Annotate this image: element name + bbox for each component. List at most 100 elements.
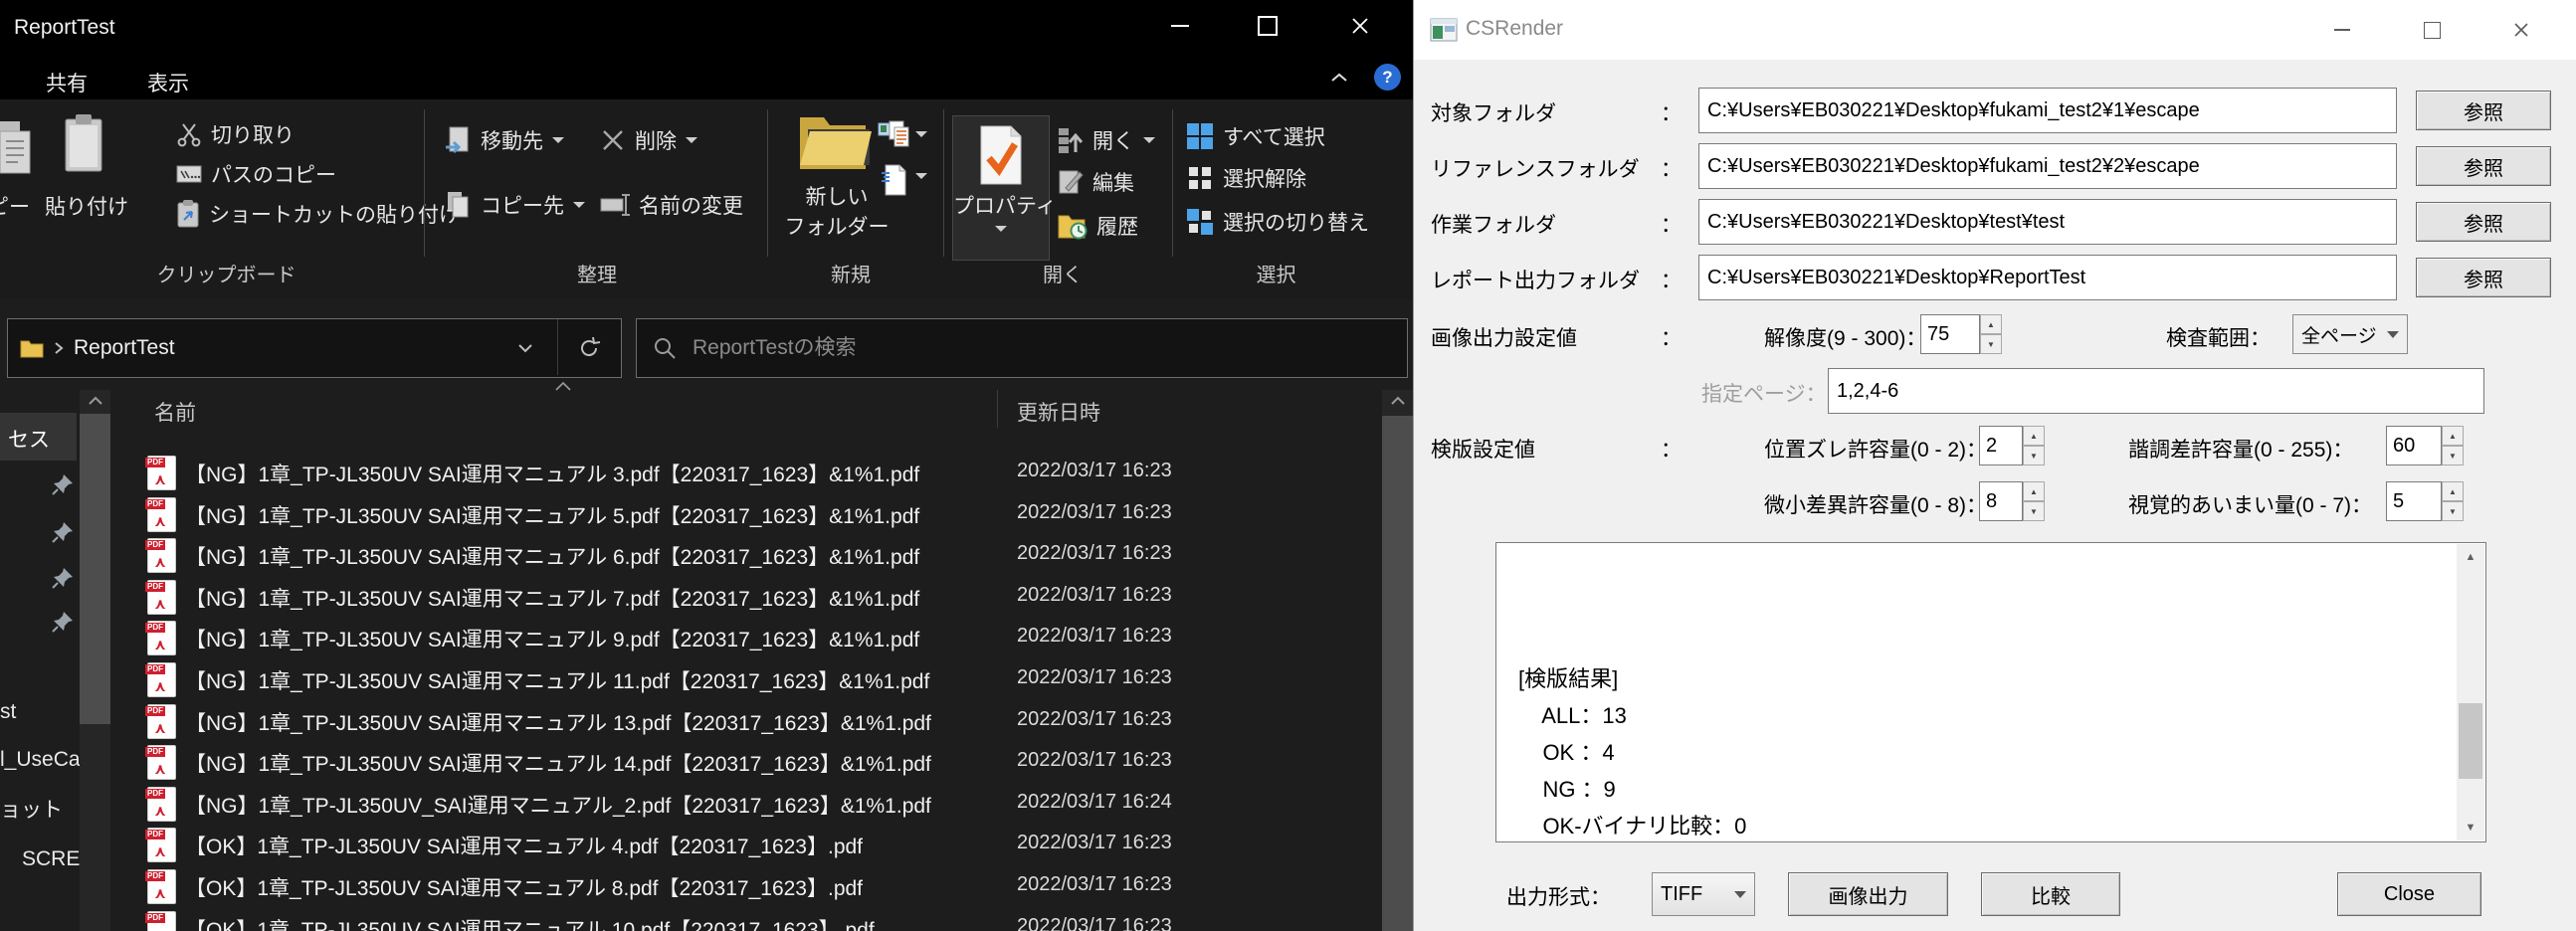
range-select[interactable]: 全ページ: [2292, 314, 2408, 354]
sidebar-quick-access-label[interactable]: セス: [8, 424, 50, 454]
new-folder-button[interactable]: 新しい フォルダー: [782, 181, 892, 241]
scroll-up-icon[interactable]: [88, 396, 103, 406]
select-all-button[interactable]: すべて選択: [1186, 121, 1325, 151]
dialog-close-button[interactable]: [2498, 10, 2544, 50]
file-name[interactable]: 【OK】1章_TP-JL350UV SAI運用マニュアル 4.pdf【22031…: [185, 831, 863, 860]
filelist-scrollbar-thumb[interactable]: [1382, 416, 1413, 931]
results-box[interactable]: [検版結果] ALL：13 OK ：4 NG ：9 OK-バイナリ比較：0 OK…: [1495, 542, 2486, 842]
search-bar[interactable]: [636, 318, 1408, 378]
spin-up-icon[interactable]: ▲: [2023, 481, 2045, 501]
compare-button[interactable]: 比較: [1981, 872, 2120, 916]
history-button[interactable]: 履歴: [1058, 211, 1138, 241]
browse-button[interactable]: 参照: [2416, 146, 2551, 186]
micro-diff-stepper[interactable]: ▲▼: [2023, 481, 2045, 521]
browse-button[interactable]: 参照: [2416, 258, 2551, 297]
file-row[interactable]: PDF ⋏ 【NG】1章_TP-JL350UV SAI運用マニュアル 7.pdf…: [0, 576, 1383, 618]
file-name[interactable]: 【NG】1章_TP-JL350UV SAI運用マニュアル 9.pdf【22031…: [185, 624, 919, 653]
file-name[interactable]: 【NG】1章_TP-JL350UV SAI運用マニュアル 7.pdf【22031…: [185, 583, 919, 613]
file-row[interactable]: PDF ⋏ 【NG】1章_TP-JL350UV SAI運用マニュアル 5.pdf…: [0, 493, 1383, 535]
file-row[interactable]: PDF ⋏ 【OK】1章_TP-JL350UV SAI運用マニュアル 8.pdf…: [0, 865, 1383, 907]
easy-access-button[interactable]: [878, 119, 911, 149]
spin-up-icon[interactable]: ▲: [1980, 314, 2002, 334]
address-dropdown-icon[interactable]: [517, 343, 533, 353]
visual-fuzz-stepper[interactable]: ▲▼: [2442, 481, 2464, 521]
spin-down-icon[interactable]: ▼: [2442, 446, 2464, 466]
edit-button[interactable]: 編集: [1058, 167, 1134, 197]
file-row[interactable]: PDF ⋏ 【OK】1章_TP-JL350UV SAI運用マニュアル 4.pdf…: [0, 824, 1383, 865]
scroll-up-icon[interactable]: [1390, 396, 1406, 406]
dialog-minimize-button[interactable]: [2319, 10, 2365, 50]
file-row[interactable]: PDF ⋏ 【OK】1章_TP-JL350UV SAI運用マニュアル 10.pd…: [0, 907, 1383, 931]
copy-to-button[interactable]: コピー先: [444, 190, 585, 220]
refresh-icon[interactable]: [577, 336, 601, 360]
cut-button[interactable]: 切り取り: [176, 119, 295, 149]
folder-path-input[interactable]: C:¥Users¥EB030221¥Desktop¥fukami_test2¥1…: [1698, 88, 2397, 133]
tab-share[interactable]: 共有: [36, 64, 98, 101]
spin-down-icon[interactable]: ▼: [2442, 501, 2464, 521]
file-name[interactable]: 【NG】1章_TP-JL350UV SAI運用マニュアル 5.pdf【22031…: [185, 500, 919, 530]
file-name[interactable]: 【NG】1章_TP-JL350UV SAI運用マニュアル 3.pdf【22031…: [185, 459, 919, 488]
maximize-button[interactable]: [1240, 4, 1295, 48]
spin-up-icon[interactable]: ▲: [2023, 426, 2045, 446]
rename-button[interactable]: 名前の変更: [600, 190, 743, 220]
spin-down-icon[interactable]: ▼: [2023, 446, 2045, 466]
results-scrollbar[interactable]: ▲ ▼: [2457, 544, 2484, 840]
new-item-button[interactable]: [880, 163, 907, 197]
help-button[interactable]: ?: [1374, 64, 1401, 91]
scroll-up-icon[interactable]: ▲: [2457, 544, 2484, 570]
column-header-name[interactable]: 名前: [154, 397, 196, 427]
file-row[interactable]: PDF ⋏ 【NG】1章_TP-JL350UV SAI運用マニュアル 3.pdf…: [0, 452, 1383, 493]
file-name[interactable]: 【OK】1章_TP-JL350UV SAI運用マニュアル 10.pdf【2203…: [185, 914, 875, 931]
file-row[interactable]: PDF ⋏ 【NG】1章_TP-JL350UV SAI運用マニュアル 14.pd…: [0, 741, 1383, 783]
resolution-stepper[interactable]: ▲▼: [1980, 314, 2002, 354]
properties-button[interactable]: プロパティ: [952, 115, 1050, 261]
close-dialog-button[interactable]: Close: [2337, 872, 2481, 916]
filelist-scrollbar[interactable]: [1382, 390, 1413, 931]
column-header-modified[interactable]: 更新日時: [1017, 397, 1100, 427]
spin-down-icon[interactable]: ▼: [1980, 334, 2002, 354]
visual-fuzz-input[interactable]: 5: [2386, 481, 2442, 521]
move-to-button[interactable]: 移動先: [444, 125, 564, 155]
position-tolerance-input[interactable]: 2: [1979, 426, 2023, 466]
open-button[interactable]: 開く: [1058, 125, 1155, 155]
tone-tolerance-stepper[interactable]: ▲▼: [2442, 426, 2464, 466]
select-none-button[interactable]: 選択解除: [1186, 163, 1306, 193]
file-name[interactable]: 【NG】1章_TP-JL350UV SAI運用マニュアル 6.pdf【22031…: [185, 541, 919, 571]
close-button[interactable]: [1332, 4, 1388, 48]
results-scrollbar-thumb[interactable]: [2459, 703, 2482, 779]
file-row[interactable]: PDF ⋏ 【NG】1章_TP-JL350UV SAI運用マニュアル 13.pd…: [0, 700, 1383, 742]
micro-diff-input[interactable]: 8: [1979, 481, 2023, 521]
image-output-button[interactable]: 画像出力: [1788, 872, 1948, 916]
file-name[interactable]: 【NG】1章_TP-JL350UV SAI運用マニュアル 14.pdf【2203…: [185, 748, 931, 778]
collapse-ribbon-button[interactable]: [1329, 72, 1349, 84]
search-input[interactable]: [691, 335, 1252, 361]
tab-view[interactable]: 表示: [137, 64, 199, 101]
position-tolerance-stepper[interactable]: ▲▼: [2023, 426, 2045, 466]
file-name[interactable]: 【NG】1章_TP-JL350UV SAI運用マニュアル 11.pdf【2203…: [185, 665, 929, 695]
scroll-down-icon[interactable]: ▼: [2457, 815, 2484, 840]
invert-selection-button[interactable]: 選択の切り替え: [1186, 207, 1369, 237]
file-row[interactable]: PDF ⋏ 【NG】1章_TP-JL350UV SAI運用マニュアル 9.pdf…: [0, 617, 1383, 658]
browse-button[interactable]: 参照: [2416, 91, 2551, 130]
folder-path-input[interactable]: C:¥Users¥EB030221¥Desktop¥test¥test: [1698, 199, 2397, 245]
file-row[interactable]: PDF ⋏ 【NG】1章_TP-JL350UV SAI運用マニュアル 11.pd…: [0, 658, 1383, 700]
file-row[interactable]: PDF ⋏ 【NG】1章_TP-JL350UV_SAI運用マニュアル_2.pdf…: [0, 783, 1383, 825]
breadcrumb[interactable]: ReportTest: [74, 336, 175, 360]
spin-down-icon[interactable]: ▼: [2023, 501, 2045, 521]
folder-path-input[interactable]: C:¥Users¥EB030221¥Desktop¥fukami_test2¥2…: [1698, 143, 2397, 189]
paste-shortcut-button[interactable]: ショートカットの貼り付け: [176, 199, 460, 229]
spin-up-icon[interactable]: ▲: [2442, 426, 2464, 446]
browse-button[interactable]: 参照: [2416, 202, 2551, 242]
minimize-button[interactable]: [1152, 4, 1208, 48]
file-name[interactable]: 【NG】1章_TP-JL350UV SAI運用マニュアル 13.pdf【2203…: [185, 707, 931, 737]
folder-path-input[interactable]: C:¥Users¥EB030221¥Desktop¥ReportTest: [1698, 255, 2397, 300]
dialog-maximize-button[interactable]: [2409, 10, 2455, 50]
tone-tolerance-input[interactable]: 60: [2386, 426, 2442, 466]
file-name[interactable]: 【OK】1章_TP-JL350UV SAI運用マニュアル 8.pdf【22031…: [185, 872, 863, 902]
page-spec-input[interactable]: 1,2,4-6: [1828, 368, 2484, 414]
file-row[interactable]: PDF ⋏ 【NG】1章_TP-JL350UV SAI運用マニュアル 6.pdf…: [0, 534, 1383, 576]
resolution-input[interactable]: 75: [1920, 314, 1980, 354]
copy-path-button[interactable]: パスのコピー: [176, 159, 336, 189]
file-name[interactable]: 【NG】1章_TP-JL350UV_SAI運用マニュアル_2.pdf【22031…: [185, 790, 931, 820]
column-divider[interactable]: [997, 390, 998, 428]
